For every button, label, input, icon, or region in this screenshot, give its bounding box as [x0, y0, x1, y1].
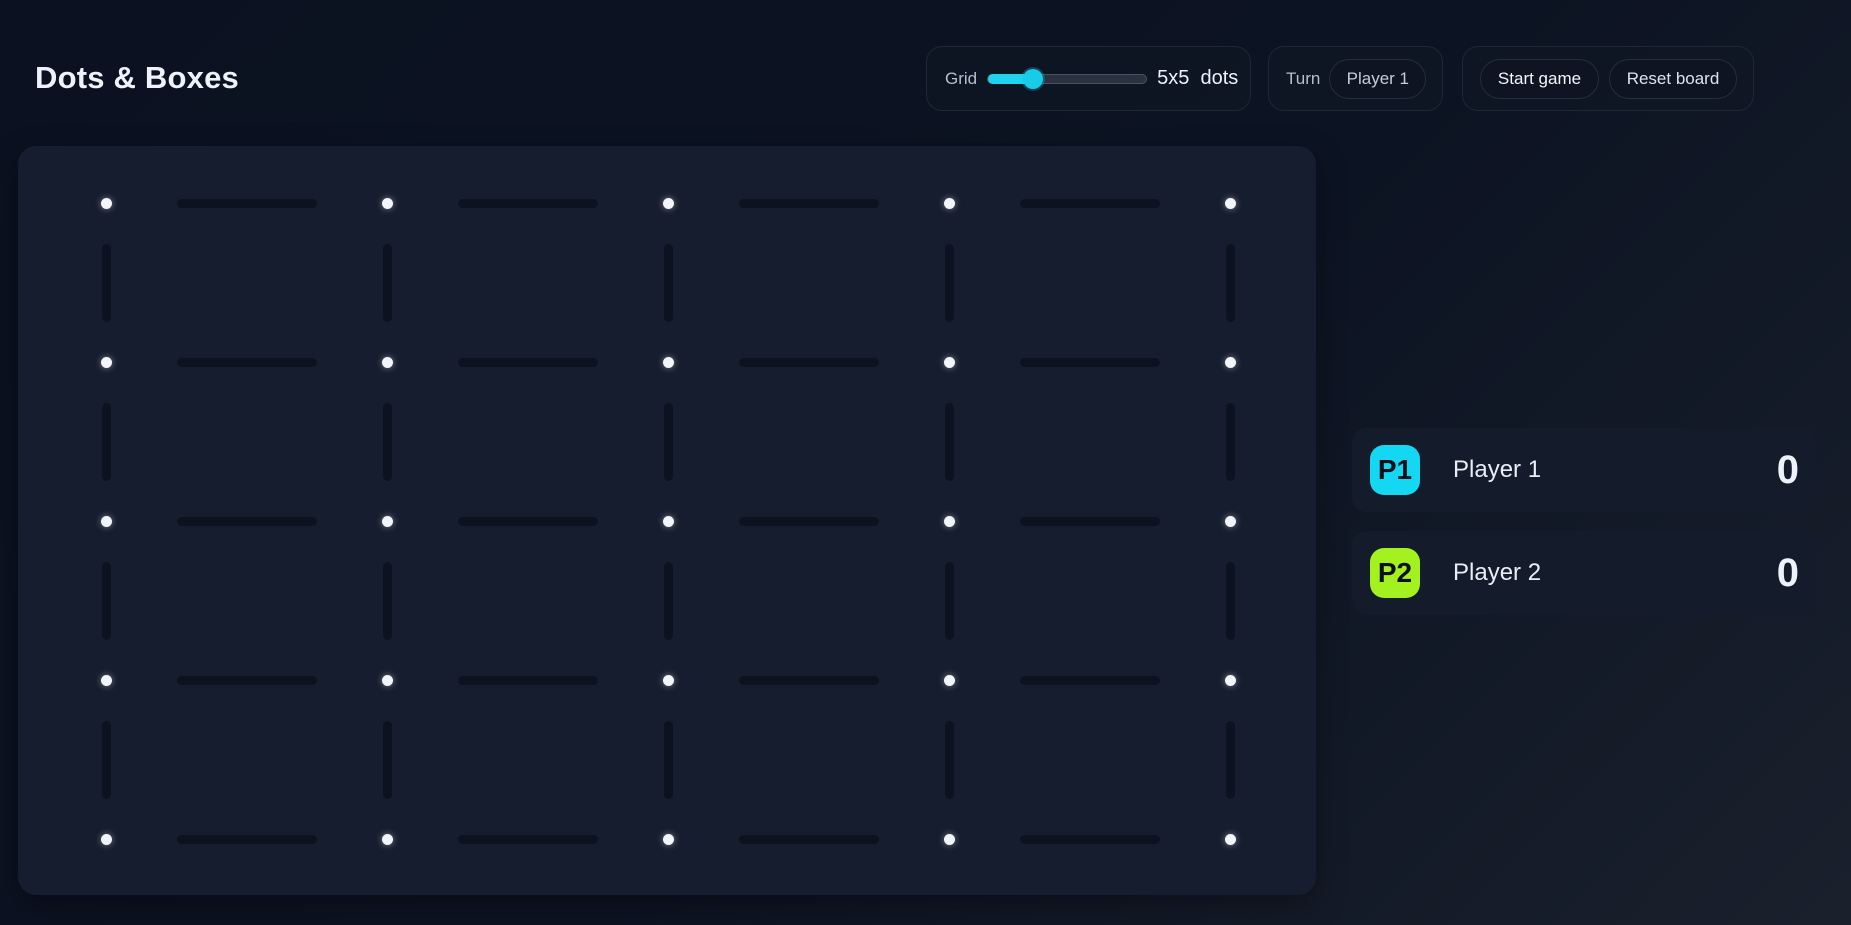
- vertical-line-slot[interactable]: [101, 561, 111, 640]
- grid-dot: [943, 674, 955, 686]
- vertical-line-slot[interactable]: [382, 402, 392, 481]
- grid-label: Grid: [945, 68, 978, 88]
- grid-dot: [662, 197, 674, 209]
- vertical-line-slot[interactable]: [382, 561, 392, 640]
- horizontal-line-slot[interactable]: [457, 834, 598, 844]
- vertical-line-slot[interactable]: [944, 720, 954, 799]
- player-2-score-card: P2 Player 2 0: [1352, 531, 1816, 615]
- grid-size-number: 5x5: [1157, 67, 1190, 89]
- horizontal-line-slot[interactable]: [176, 516, 317, 526]
- grid-dot: [1224, 356, 1236, 368]
- grid-dot: [100, 674, 112, 686]
- grid-dot: [100, 833, 112, 845]
- vertical-line-slot[interactable]: [101, 720, 111, 799]
- grid-dot: [943, 833, 955, 845]
- turn-panel: Turn Player 1: [1268, 46, 1443, 111]
- player-2-name: Player 2: [1453, 559, 1542, 586]
- player-1-score-card: P1 Player 1 0: [1352, 428, 1816, 512]
- vertical-line-slot[interactable]: [944, 402, 954, 481]
- horizontal-line-slot[interactable]: [738, 198, 879, 208]
- horizontal-line-slot[interactable]: [738, 675, 879, 685]
- turn-label: Turn: [1286, 68, 1321, 88]
- grid-dot: [381, 515, 393, 527]
- grid-dot: [100, 197, 112, 209]
- grid-dot: [381, 197, 393, 209]
- turn-indicator: Player 1: [1329, 58, 1427, 99]
- vertical-line-slot[interactable]: [663, 720, 673, 799]
- horizontal-line-slot[interactable]: [457, 675, 598, 685]
- horizontal-line-slot[interactable]: [176, 357, 317, 367]
- grid-dot: [943, 515, 955, 527]
- vertical-line-slot[interactable]: [101, 402, 111, 481]
- grid-size-slider[interactable]: [987, 68, 1148, 89]
- vertical-line-slot[interactable]: [1225, 720, 1235, 799]
- page-title: Dots & Boxes: [35, 60, 239, 95]
- player-2-score: 0: [1776, 550, 1799, 595]
- horizontal-line-slot[interactable]: [176, 675, 317, 685]
- grid-dot: [381, 356, 393, 368]
- vertical-line-slot[interactable]: [382, 720, 392, 799]
- grid-size-unit: dots: [1200, 67, 1239, 89]
- horizontal-line-slot[interactable]: [738, 516, 879, 526]
- grid-dot: [100, 515, 112, 527]
- grid-dot: [943, 197, 955, 209]
- game-board: [18, 146, 1316, 895]
- grid-dot: [1224, 674, 1236, 686]
- slider-thumb[interactable]: [1023, 68, 1044, 89]
- vertical-line-slot[interactable]: [944, 243, 954, 322]
- horizontal-line-slot[interactable]: [457, 516, 598, 526]
- vertical-line-slot[interactable]: [1225, 243, 1235, 322]
- vertical-line-slot[interactable]: [1225, 402, 1235, 481]
- start-game-button[interactable]: Start game: [1480, 58, 1599, 99]
- vertical-line-slot[interactable]: [101, 243, 111, 322]
- vertical-line-slot[interactable]: [944, 561, 954, 640]
- vertical-line-slot[interactable]: [663, 243, 673, 322]
- horizontal-line-slot[interactable]: [457, 198, 598, 208]
- player-2-badge: P2: [1370, 548, 1420, 598]
- grid-dot: [662, 515, 674, 527]
- horizontal-line-slot[interactable]: [1019, 198, 1160, 208]
- grid-dot: [100, 356, 112, 368]
- grid-dot: [1224, 833, 1236, 845]
- horizontal-line-slot[interactable]: [1019, 516, 1160, 526]
- grid-dot: [1224, 197, 1236, 209]
- horizontal-line-slot[interactable]: [176, 198, 317, 208]
- vertical-line-slot[interactable]: [382, 243, 392, 322]
- grid-dot: [662, 833, 674, 845]
- player-1-name: Player 1: [1453, 456, 1542, 483]
- horizontal-line-slot[interactable]: [1019, 834, 1160, 844]
- player-1-score: 0: [1776, 447, 1799, 492]
- horizontal-line-slot[interactable]: [1019, 675, 1160, 685]
- grid-dot: [943, 356, 955, 368]
- grid-dot: [662, 356, 674, 368]
- vertical-line-slot[interactable]: [663, 561, 673, 640]
- horizontal-line-slot[interactable]: [738, 357, 879, 367]
- horizontal-line-slot[interactable]: [176, 834, 317, 844]
- app-root: Dots & Boxes Grid 5x5 dots Turn Player 1…: [0, 0, 1851, 925]
- grid-dot: [662, 674, 674, 686]
- grid-size-panel: Grid 5x5 dots: [926, 46, 1251, 111]
- player-1-badge: P1: [1370, 445, 1420, 495]
- grid-size-value: 5x5 dots: [1157, 67, 1238, 90]
- vertical-line-slot[interactable]: [1225, 561, 1235, 640]
- reset-board-button[interactable]: Reset board: [1609, 58, 1737, 99]
- grid-dot: [381, 833, 393, 845]
- grid-dot: [1224, 515, 1236, 527]
- vertical-line-slot[interactable]: [663, 402, 673, 481]
- grid-dot: [381, 674, 393, 686]
- horizontal-line-slot[interactable]: [457, 357, 598, 367]
- horizontal-line-slot[interactable]: [738, 834, 879, 844]
- actions-panel: Start game Reset board: [1462, 46, 1754, 111]
- horizontal-line-slot[interactable]: [1019, 357, 1160, 367]
